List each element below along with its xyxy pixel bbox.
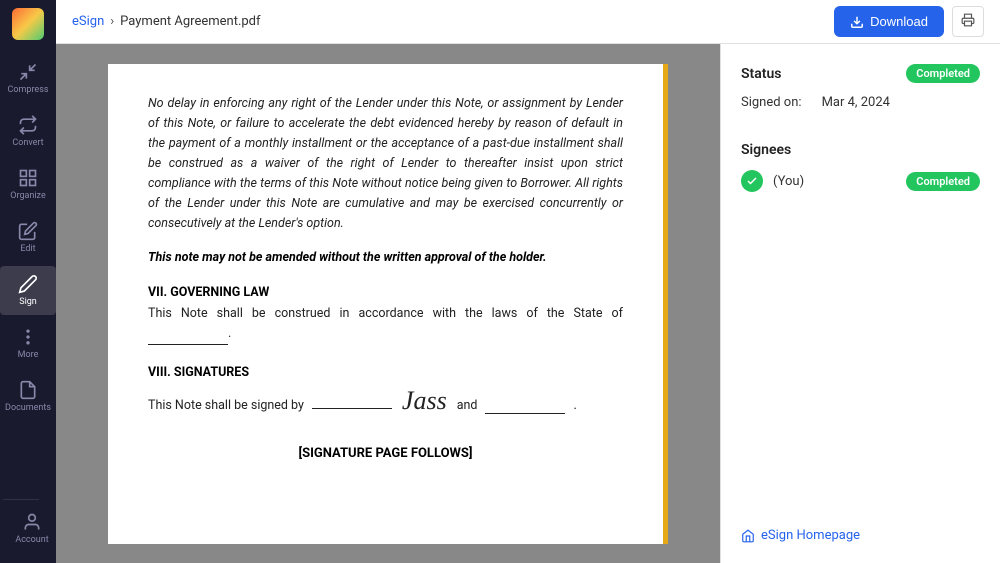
sidebar-divider	[3, 499, 39, 500]
signee-badge: Completed	[906, 172, 980, 191]
sidebar-item-convert[interactable]: Convert	[0, 107, 56, 156]
print-button[interactable]	[952, 6, 984, 37]
sidebar-item-account-label: Account	[15, 535, 48, 545]
download-label: Download	[870, 14, 928, 29]
sidebar-item-edit[interactable]: Edit	[0, 213, 56, 262]
sidebar-item-organize[interactable]: Organize	[0, 160, 56, 209]
pdf-signature-line: This Note shall be signed by Jass and .	[148, 386, 623, 416]
pdf-section-7: VII. GOVERNING LAW This Note shall be co…	[148, 285, 623, 345]
sign-icon	[18, 274, 38, 294]
sidebar-item-account[interactable]: Account	[7, 504, 56, 553]
sidebar-item-documents[interactable]: Documents	[0, 372, 56, 421]
breadcrumb-root[interactable]: eSign	[72, 14, 104, 29]
documents-icon	[18, 380, 38, 400]
esign-homepage-label: eSign Homepage	[761, 528, 860, 543]
more-icon	[18, 327, 38, 347]
right-panel: Status Completed Signed on: Mar 4, 2024 …	[720, 44, 1000, 563]
status-title: Status	[741, 66, 781, 82]
organize-icon	[18, 168, 38, 188]
pdf-section8-body: This Note shall be signed by	[148, 396, 304, 416]
signee-check-icon	[741, 170, 763, 192]
pdf-page: No delay in enforcing any right of the L…	[108, 64, 668, 544]
signed-on-label: Signed on:	[741, 95, 802, 110]
esign-homepage-link[interactable]: eSign Homepage	[741, 512, 980, 543]
pdf-and-text: and	[457, 396, 478, 416]
status-header: Status Completed	[741, 64, 980, 83]
status-badge: Completed	[906, 64, 980, 83]
print-icon	[961, 13, 975, 27]
sidebar-item-more-label: More	[18, 350, 39, 360]
pdf-section-8: VIII. SIGNATURES This Note shall be sign…	[148, 365, 623, 416]
status-row: Signed on: Mar 4, 2024	[741, 95, 980, 110]
sidebar-item-documents-label: Documents	[5, 403, 51, 413]
pdf-blank-name	[312, 408, 392, 409]
content-area: No delay in enforcing any right of the L…	[56, 44, 1000, 563]
download-button[interactable]: Download	[834, 6, 944, 37]
edit-icon	[18, 221, 38, 241]
sidebar-item-convert-label: Convert	[12, 138, 43, 148]
app-logo	[12, 8, 44, 40]
pdf-section7-title: VII. GOVERNING LAW	[148, 285, 623, 300]
sidebar: Compress Convert Organize Edit Sign More	[0, 0, 56, 563]
signees-section: Signees (You) Completed	[741, 142, 980, 192]
sidebar-item-compress[interactable]: Compress	[0, 54, 56, 103]
sidebar-item-organize-label: Organize	[10, 191, 45, 201]
sidebar-item-sign[interactable]: Sign	[0, 266, 56, 315]
pdf-section7-body: This Note shall be construed in accordan…	[148, 304, 623, 345]
signee-row: (You) Completed	[741, 170, 980, 192]
pdf-blank-state	[148, 324, 228, 345]
pdf-area: No delay in enforcing any right of the L…	[56, 44, 720, 563]
breadcrumb-separator: ›	[110, 14, 114, 29]
home-icon	[741, 529, 755, 543]
breadcrumb-current: Payment Agreement.pdf	[120, 14, 260, 29]
account-icon	[22, 512, 42, 532]
sidebar-item-sign-label: Sign	[19, 297, 37, 307]
pdf-bold-note: This note may not be amended without the…	[148, 250, 623, 265]
pdf-footer: [SIGNATURE PAGE FOLLOWS]	[148, 446, 623, 461]
compress-icon	[18, 62, 38, 82]
pdf-paragraph-1: No delay in enforcing any right of the L…	[148, 94, 623, 234]
main-area: eSign › Payment Agreement.pdf Download N…	[56, 0, 1000, 563]
signees-title: Signees	[741, 142, 980, 158]
signee-name: (You)	[773, 174, 896, 189]
download-icon	[850, 15, 864, 29]
pdf-section8-title: VIII. SIGNATURES	[148, 365, 623, 380]
convert-icon	[18, 115, 38, 135]
topbar-actions: Download	[834, 6, 984, 37]
sidebar-item-more[interactable]: More	[0, 319, 56, 368]
breadcrumb: eSign › Payment Agreement.pdf	[72, 14, 826, 29]
sidebar-item-compress-label: Compress	[8, 85, 49, 95]
pdf-blank-second	[485, 398, 565, 414]
pdf-signature: Jass	[402, 386, 447, 416]
sidebar-item-edit-label: Edit	[20, 244, 35, 254]
topbar: eSign › Payment Agreement.pdf Download	[56, 0, 1000, 44]
signed-on-value: Mar 4, 2024	[822, 95, 890, 110]
status-section: Status Completed Signed on: Mar 4, 2024	[741, 64, 980, 110]
